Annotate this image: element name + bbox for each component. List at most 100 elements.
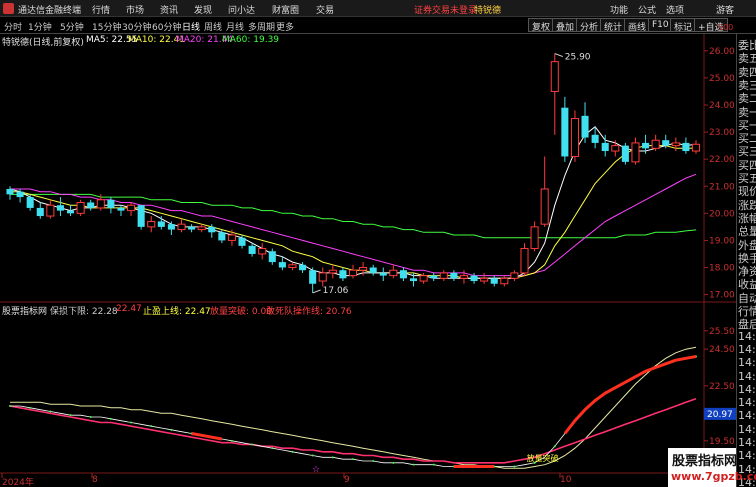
stop-loss-dot: [311, 454, 314, 457]
high-pointer: [554, 53, 563, 58]
candle-body: [56, 205, 64, 211]
side-panel-label: 14:50: [738, 449, 756, 463]
candle-body: [419, 275, 428, 282]
stop-loss-dot: [331, 456, 334, 459]
price-axis-label: 26.00: [709, 47, 735, 57]
candle-body: [389, 269, 398, 277]
indicator-axis-label: 24.50: [709, 345, 735, 355]
candle-body: [218, 232, 226, 241]
stop-loss-dot: [109, 417, 112, 420]
price-axis-label: 25.00: [709, 74, 735, 84]
stop-loss-dot: [392, 461, 395, 464]
candle-body: [268, 251, 276, 263]
candle-body: [258, 248, 267, 255]
stop-loss-dot: [271, 447, 274, 450]
candle-body: [309, 270, 317, 284]
candle-body: [439, 272, 448, 279]
candle-body: [188, 226, 196, 230]
date-label: 10: [560, 475, 572, 485]
candle-body: [430, 275, 438, 279]
candle-body: [561, 107, 569, 157]
quote-side-panel: 委比卖五卖四卖三卖二卖一买一买二买三买四买五现价涨跌涨幅总量外盘换手净资收益自动…: [736, 34, 756, 487]
stop-loss-dot: [432, 463, 435, 466]
stop-loss-dot: [130, 421, 133, 424]
price-axis-label: 23.00: [709, 128, 735, 138]
candle-body: [550, 61, 559, 92]
candle-body: [157, 221, 165, 227]
price-axis-label: 22.00: [709, 155, 735, 165]
candle-body: [299, 264, 307, 271]
candle-body: [671, 142, 680, 147]
candle-body: [480, 277, 489, 282]
side-panel-label: 14:50: [738, 436, 756, 449]
candle-body: [147, 220, 156, 228]
high-price-label: 25.90: [565, 53, 591, 63]
date-label: 8: [92, 475, 98, 485]
candle-body: [379, 272, 387, 276]
stop-loss-dot: [230, 439, 233, 442]
candle-body: [348, 269, 358, 277]
candle-body: [197, 226, 206, 231]
candle-body: [76, 202, 85, 214]
candle-body: [510, 272, 519, 279]
candle-body: [26, 197, 34, 208]
candle-body: [36, 207, 44, 217]
side-panel-label: 14:50: [738, 409, 756, 423]
candle-body: [46, 204, 55, 217]
stop-loss-dot: [513, 465, 516, 468]
indicator-title-bar: 股票指标网 保损下限: 22.28 22.47 止盈上线: 22.47 放量突破…: [0, 303, 704, 317]
candle-body: [520, 248, 529, 274]
candle-body: [470, 275, 478, 282]
candle-body: [87, 202, 95, 208]
candle-body: [339, 270, 347, 279]
price-axis-label: 17.00: [709, 291, 735, 301]
low-pointer: [312, 289, 321, 294]
ma20-line: [10, 173, 697, 277]
price-axis-label: 24.00: [709, 101, 735, 111]
price-axis-label: 18.00: [709, 264, 735, 274]
candle-body: [642, 142, 650, 149]
candle-body: [208, 226, 216, 233]
low-price-label: 17.06: [323, 286, 349, 296]
kline-chart[interactable]: 26.00 25.00 24.00 23.00 22.00 21.00 20.00 19.00…: [0, 0, 736, 487]
candle-body: [651, 139, 660, 149]
stop-loss-dot: [412, 463, 415, 466]
take-profit-line: [10, 346, 697, 469]
watermark-line2: www.7gpzb.com: [671, 470, 756, 483]
candle-body: [500, 277, 509, 285]
stop-loss-dot: [291, 450, 294, 453]
indicator-take-profit: 止盈上线: 22.47: [143, 307, 211, 317]
candle-body: [328, 269, 337, 274]
candle-body: [631, 142, 640, 163]
candle-body: [318, 272, 327, 282]
candle-body: [581, 115, 589, 138]
stop-loss-dot: [29, 406, 32, 409]
candle-body: [682, 142, 690, 152]
candle-body: [16, 191, 24, 198]
stop-loss-dot: [251, 443, 254, 446]
candle-body: [369, 267, 377, 273]
ma10-line: [10, 145, 697, 279]
candle-body: [238, 237, 246, 246]
candle-body: [137, 205, 145, 227]
candle-body: [450, 272, 458, 279]
watermark: 股票指标网 www.7gpzb.com: [668, 448, 756, 487]
stop-loss-dot: [352, 458, 354, 461]
candle-body: [601, 142, 609, 152]
candle-body: [591, 134, 599, 143]
indicator-axis-label: 25.50: [709, 327, 735, 337]
candle-body: [399, 270, 407, 279]
side-panel-label: 14:50: [738, 329, 756, 343]
candle-body: [227, 234, 236, 241]
indicator-value-red: 22.47: [116, 304, 142, 314]
side-panel-label: 14:50: [738, 369, 756, 383]
stop-loss-dot: [170, 428, 173, 431]
indicator-axis-label: 22.50: [709, 382, 735, 392]
candle-body: [66, 210, 75, 214]
candle-body: [6, 188, 14, 195]
stop-loss-dot: [49, 410, 52, 413]
candle-body: [621, 145, 629, 162]
stop-loss-dot: [69, 414, 72, 417]
stop-loss-dot: [89, 416, 92, 418]
candle-body: [127, 204, 136, 212]
